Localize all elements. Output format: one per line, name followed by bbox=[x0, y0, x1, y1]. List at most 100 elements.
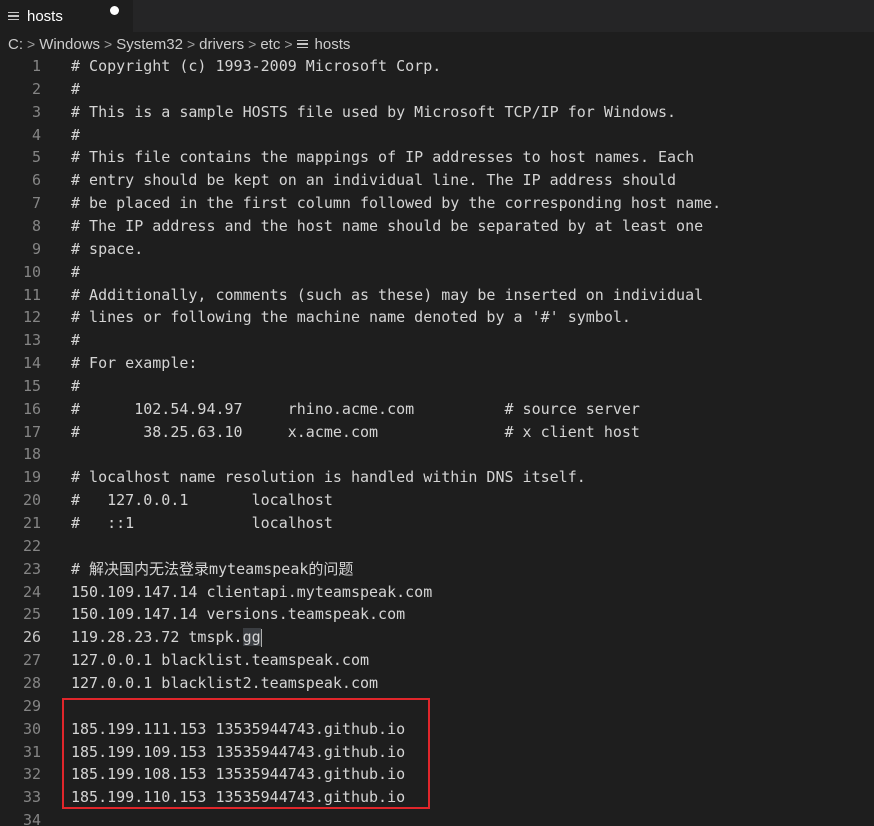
code-line[interactable]: 7 # be placed in the first column followe… bbox=[0, 192, 874, 215]
line-number: 19 bbox=[22, 468, 41, 487]
breadcrumb-item[interactable]: hosts bbox=[315, 36, 351, 53]
line-number: 5 bbox=[31, 148, 41, 167]
line-text: # lines or following the machine name de… bbox=[71, 308, 631, 327]
code-line[interactable]: 14 # For example: bbox=[0, 352, 874, 375]
code-line[interactable]: 26 119.28.23.72 tmspk.gg bbox=[0, 626, 874, 649]
line-text: 185.199.110.153 13535944743.github.io bbox=[71, 788, 406, 807]
line-text-prefix: 119.28.23.72 tmspk. bbox=[71, 628, 243, 647]
line-number: 22 bbox=[22, 536, 41, 555]
code-line[interactable]: 2 # bbox=[0, 78, 874, 101]
line-text: # space. bbox=[71, 239, 144, 258]
breadcrumb-item[interactable]: etc bbox=[260, 36, 280, 53]
code-line[interactable]: 18 bbox=[0, 443, 874, 466]
line-number: 24 bbox=[22, 582, 41, 601]
code-line[interactable]: 5 # This file contains the mappings of IP… bbox=[0, 146, 874, 169]
breadcrumb-item[interactable]: drivers bbox=[199, 36, 244, 53]
line-number: 31 bbox=[22, 742, 41, 761]
chevron-right-icon: > bbox=[27, 36, 36, 52]
code-line[interactable]: 28 127.0.0.1 blacklist2.teamspeak.com bbox=[0, 672, 874, 695]
code-line[interactable]: 8 # The IP address and the host name shou… bbox=[0, 215, 874, 238]
line-text: # This file contains the mappings of IP … bbox=[71, 148, 695, 167]
code-line[interactable]: 33 185.199.110.153 13535944743.github.io bbox=[0, 786, 874, 809]
line-number: 13 bbox=[22, 331, 41, 350]
line-number: 30 bbox=[22, 719, 41, 738]
file-lines-icon bbox=[8, 11, 19, 21]
line-number: 27 bbox=[22, 651, 41, 670]
code-line[interactable]: 19 # localhost name resolution is handled… bbox=[0, 466, 874, 489]
code-line[interactable]: 24 150.109.147.14 clientapi.myteamspeak.c… bbox=[0, 581, 874, 604]
line-number: 15 bbox=[22, 376, 41, 395]
selected-text: gg bbox=[242, 628, 261, 647]
line-text: # bbox=[71, 376, 81, 395]
code-line[interactable]: 16 # 102.54.94.97 rhino.acme.com # source… bbox=[0, 398, 874, 421]
line-text: 150.109.147.14 clientapi.myteamspeak.com bbox=[71, 582, 433, 601]
chevron-right-icon: > bbox=[104, 36, 113, 52]
line-text: # Copyright (c) 1993-2009 Microsoft Corp… bbox=[71, 57, 442, 75]
line-number: 1 bbox=[31, 57, 41, 75]
line-text: 127.0.0.1 blacklist2.teamspeak.com bbox=[71, 673, 379, 692]
breadcrumb: C: > Windows > System32 > drivers > etc > hosts bbox=[8, 33, 350, 55]
code-line[interactable]: 4 # bbox=[0, 124, 874, 147]
file-lines-icon bbox=[296, 39, 308, 49]
code-line[interactable]: 6 # entry should be kept on an individual… bbox=[0, 169, 874, 192]
code-line[interactable]: 34 bbox=[0, 809, 874, 826]
code-line[interactable]: 21 # ::1 localhost bbox=[0, 512, 874, 535]
code-line[interactable]: 10 # bbox=[0, 261, 874, 284]
line-text: # Additionally, comments (such as these)… bbox=[71, 285, 704, 304]
line-text: # The IP address and the host name shoul… bbox=[71, 216, 704, 235]
breadcrumb-item[interactable]: C: bbox=[8, 36, 23, 53]
line-number: 21 bbox=[22, 514, 41, 532]
code-line[interactable]: 27 127.0.0.1 blacklist.teamspeak.com bbox=[0, 649, 874, 672]
code-line[interactable]: 15 # bbox=[0, 375, 874, 398]
line-text: # 解决国内无法登录myteamspeak的问题 bbox=[71, 559, 354, 578]
line-text: # 127.0.0.1 localhost bbox=[71, 491, 333, 510]
code-editor[interactable]: 1 # Copyright (c) 1993-2009 Microsoft Cor… bbox=[0, 55, 874, 826]
line-number: 29 bbox=[22, 696, 41, 715]
line-number: 33 bbox=[22, 788, 41, 807]
code-line[interactable]: 23 # 解决国内无法登录myteamspeak的问题 bbox=[0, 558, 874, 581]
unsaved-dot-icon[interactable] bbox=[110, 6, 119, 15]
tab-title: hosts bbox=[27, 7, 63, 25]
chevron-right-icon: > bbox=[186, 36, 196, 52]
code-line[interactable]: 11 # Additionally, comments (such as thes… bbox=[0, 284, 874, 307]
line-text: 185.199.108.153 13535944743.github.io bbox=[71, 765, 406, 784]
line-text: # bbox=[71, 125, 81, 144]
code-line[interactable]: 30 185.199.111.153 13535944743.github.io bbox=[0, 718, 874, 741]
line-text: # 102.54.94.97 rhino.acme.com # source s… bbox=[71, 399, 640, 418]
line-text: 127.0.0.1 blacklist.teamspeak.com bbox=[71, 651, 370, 670]
code-line[interactable]: 9 # space. bbox=[0, 238, 874, 261]
line-number: 16 bbox=[22, 399, 41, 418]
line-text: # be placed in the first column followed… bbox=[71, 194, 722, 213]
line-number: 6 bbox=[31, 171, 41, 190]
line-text: 185.199.111.153 13535944743.github.io bbox=[71, 719, 406, 738]
line-number: 25 bbox=[22, 605, 41, 624]
line-number: 12 bbox=[22, 308, 41, 327]
line-number: 28 bbox=[22, 673, 41, 692]
code-line[interactable]: 31 185.199.109.153 13535944743.github.io bbox=[0, 741, 874, 764]
code-line[interactable]: 32 185.199.108.153 13535944743.github.io bbox=[0, 763, 874, 786]
breadcrumb-item[interactable]: Windows bbox=[39, 36, 100, 53]
code-line[interactable]: 3 # This is a sample HOSTS file used by M… bbox=[0, 101, 874, 124]
line-text: # bbox=[71, 331, 81, 350]
code-line[interactable]: 25 150.109.147.14 versions.teamspeak.com bbox=[0, 603, 874, 626]
line-text: # ::1 localhost bbox=[71, 514, 333, 532]
line-text: # bbox=[71, 262, 81, 281]
line-number: 14 bbox=[22, 354, 41, 373]
line-number: 2 bbox=[31, 79, 41, 98]
line-text: # For example: bbox=[71, 354, 198, 373]
code-line[interactable]: 1 # Copyright (c) 1993-2009 Microsoft Cor… bbox=[0, 55, 874, 78]
code-line[interactable]: 13 # bbox=[0, 329, 874, 352]
chevron-right-icon: > bbox=[248, 36, 257, 52]
code-line[interactable]: 20 # 127.0.0.1 localhost bbox=[0, 489, 874, 512]
line-number: 18 bbox=[22, 445, 41, 464]
code-line[interactable]: 12 # lines or following the machine name … bbox=[0, 306, 874, 329]
breadcrumb-item[interactable]: System32 bbox=[116, 36, 183, 53]
code-line[interactable]: 22 bbox=[0, 535, 874, 558]
line-text: 150.109.147.14 versions.teamspeak.com bbox=[71, 605, 406, 624]
text-cursor bbox=[260, 628, 262, 647]
line-number: 23 bbox=[22, 559, 41, 578]
line-number: 20 bbox=[22, 491, 41, 510]
tab-hosts[interactable]: hosts bbox=[0, 0, 133, 32]
code-line[interactable]: 17 # 38.25.63.10 x.acme.com # x client ho… bbox=[0, 421, 874, 444]
code-line[interactable]: 29 bbox=[0, 695, 874, 718]
